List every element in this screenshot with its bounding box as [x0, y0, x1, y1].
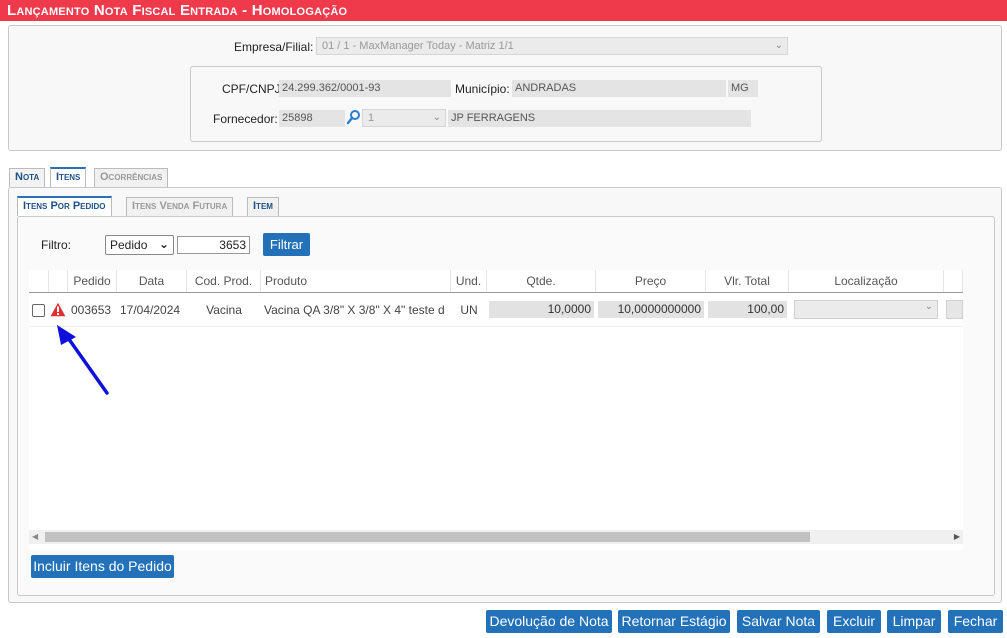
col-qtde[interactable]: Qtde.	[487, 270, 596, 292]
fornecedor-name-field: JP FERRAGENS	[448, 110, 751, 127]
tab-itens[interactable]: Itens	[50, 167, 87, 187]
salvar-nota-button[interactable]: Salvar Nota	[737, 610, 820, 633]
tab-nota[interactable]: Nota	[9, 168, 46, 187]
fornecedor-code-field[interactable]: 25898	[279, 110, 345, 127]
scrollbar-thumb[interactable]	[45, 532, 810, 542]
tab-itens-por-pedido[interactable]: Itens Por Pedido	[17, 196, 112, 216]
incluir-itens-button[interactable]: Incluir Itens do Pedido	[31, 555, 174, 578]
cell-qtde[interactable]: 10,0000	[489, 301, 594, 318]
limpar-button[interactable]: Limpar	[887, 610, 941, 633]
cpf-field: 24.299.362/0001-93	[279, 80, 451, 97]
col-data[interactable]: Data	[117, 270, 187, 292]
municipio-field: ANDRADAS	[512, 80, 726, 97]
items-table: Pedido Data Cod. Prod. Produto Und. Qtde…	[29, 270, 963, 550]
chevron-down-icon: ⌄	[158, 237, 169, 251]
empresa-select[interactable]: 01 / 1 - MaxManager Today - Matriz 1/1 ⌄	[316, 37, 788, 55]
filtro-label: Filtro:	[41, 238, 71, 252]
cell-cod-prod: Vacina	[206, 303, 242, 317]
chevron-down-icon: ⌄	[774, 40, 783, 51]
filtro-select[interactable]: Pedido ⌄	[105, 235, 174, 255]
search-icon[interactable]	[346, 109, 362, 125]
scroll-right-icon[interactable]: ▶	[954, 530, 960, 544]
tab-ocorrencias[interactable]: Ocorrências	[94, 168, 169, 187]
col-pedido[interactable]: Pedido	[68, 270, 117, 292]
horizontal-scrollbar[interactable]: ◀ ▶	[29, 530, 963, 544]
cell-und: UN	[460, 303, 478, 317]
scroll-left-icon[interactable]: ◀	[32, 530, 38, 544]
tab-item[interactable]: Item	[247, 197, 279, 216]
devolucao-button[interactable]: Devolução de Nota	[486, 610, 612, 633]
col-vlr-total[interactable]: Vlr. Total	[706, 270, 789, 292]
arrow-annotation	[57, 325, 109, 395]
filtro-input[interactable]: 3653	[177, 236, 250, 254]
cell-preco[interactable]: 10,0000000000	[598, 301, 704, 318]
cpf-label: CPF/CNPJ:	[222, 82, 285, 96]
uf-field: MG	[728, 80, 758, 97]
col-preco[interactable]: Preço	[596, 270, 706, 292]
fornecedor-panel: CPF/CNPJ: 24.299.362/0001-93 Município: …	[190, 66, 822, 142]
itens-por-pedido-panel: Filtro: Pedido ⌄ 3653 Filtrar Pedido Dat…	[17, 216, 995, 596]
cell-localizacao-select[interactable]: ⌄	[794, 300, 938, 319]
col-und[interactable]: Und.	[451, 270, 487, 292]
table-header: Pedido Data Cod. Prod. Produto Und. Qtde…	[29, 270, 963, 293]
fornecedor-label: Fornecedor:	[213, 112, 278, 126]
row-checkbox[interactable]	[32, 304, 45, 317]
col-cod-prod[interactable]: Cod. Prod.	[187, 270, 261, 292]
fornecedor-seq-select[interactable]: 1 ⌄	[362, 109, 446, 127]
excluir-button[interactable]: Excluir	[827, 610, 881, 633]
chevron-down-icon: ⌄	[924, 301, 933, 312]
municipio-label: Município:	[455, 82, 510, 96]
cell-vlr-total[interactable]: 100,00	[708, 301, 787, 318]
fechar-button[interactable]: Fechar	[948, 610, 1003, 633]
page-title: Lançamento Nota Fiscal Entrada - Homolog…	[0, 0, 1007, 21]
table-row[interactable]: 003653 17/04/2024 Vacina Vacina QA 3/8" …	[29, 293, 963, 327]
retornar-estagio-button[interactable]: Retornar Estágio	[618, 610, 730, 633]
empresa-label: Empresa/Filial:	[234, 40, 314, 54]
cell-data: 17/04/2024	[120, 303, 181, 317]
warning-icon[interactable]	[50, 302, 66, 317]
filtrar-button[interactable]: Filtrar	[263, 233, 310, 256]
col-produto[interactable]: Produto	[261, 270, 451, 292]
cell-pedido: 003653	[71, 303, 112, 317]
cell-produto: Vacina QA 3/8" X 3/8" X 4" teste d	[264, 303, 445, 317]
chevron-down-icon: ⌄	[432, 112, 441, 123]
tab-itens-venda-futura[interactable]: Itens Venda Futura	[126, 197, 234, 216]
header-panel: Empresa/Filial: 01 / 1 - MaxManager Toda…	[8, 25, 1002, 151]
col-localizacao[interactable]: Localização	[789, 270, 944, 292]
itens-panel: Itens Por Pedido Itens Venda Futura Item…	[8, 187, 1002, 603]
